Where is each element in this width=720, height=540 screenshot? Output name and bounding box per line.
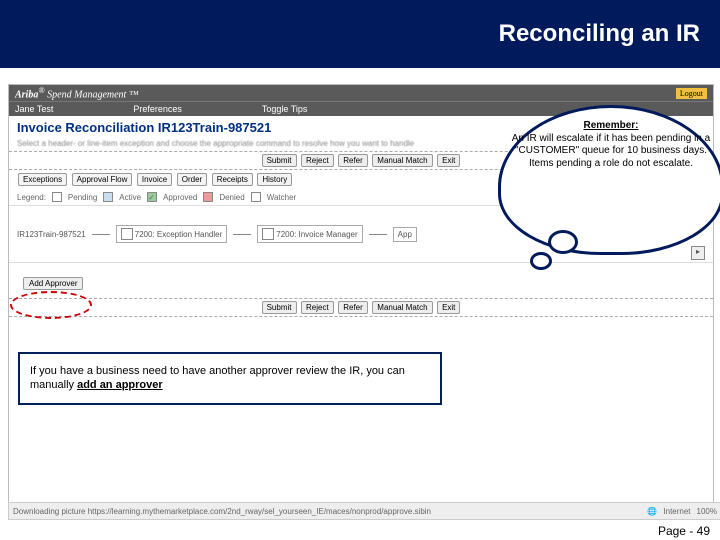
- slide-title: Reconciling an IR: [499, 20, 700, 48]
- refer-button-2[interactable]: Refer: [338, 301, 368, 314]
- user-name: Jane Test: [15, 104, 53, 114]
- manual-match-button-2[interactable]: Manual Match: [372, 301, 432, 314]
- globe-icon: 🌐: [647, 507, 657, 516]
- submit-button-2[interactable]: Submit: [262, 301, 297, 314]
- tab-history[interactable]: History: [257, 173, 292, 186]
- tab-order[interactable]: Order: [177, 173, 207, 186]
- flow-node-2: 7200: Invoice Manager: [257, 225, 362, 243]
- flow-node-1: 7200: Exception Handler: [116, 225, 228, 243]
- reject-button-2[interactable]: Reject: [301, 301, 334, 314]
- scroll-right-icon[interactable]: ▸: [691, 246, 705, 260]
- nav-preferences[interactable]: Preferences: [133, 104, 182, 114]
- tab-invoice[interactable]: Invoice: [137, 173, 172, 186]
- remember-cloud: Remember: An IR will escalate if it has …: [498, 105, 720, 255]
- status-url: Downloading picture https://learning.myt…: [13, 507, 431, 516]
- submit-button[interactable]: Submit: [262, 154, 297, 167]
- browser-status-bar: Downloading picture https://learning.myt…: [8, 502, 720, 520]
- cloud-bubble-2: [530, 252, 552, 270]
- flow-node-3: App: [393, 227, 417, 242]
- ariba-logo: Ariba: [15, 89, 38, 100]
- exit-button-2[interactable]: Exit: [437, 301, 460, 314]
- add-approver-button[interactable]: Add Approver: [23, 277, 83, 290]
- tab-receipts[interactable]: Receipts: [212, 173, 253, 186]
- reject-button[interactable]: Reject: [301, 154, 334, 167]
- manual-match-button[interactable]: Manual Match: [372, 154, 432, 167]
- callout-box: If you have a business need to have anot…: [18, 352, 442, 405]
- refer-button[interactable]: Refer: [338, 154, 368, 167]
- logout-button[interactable]: Logout: [676, 88, 707, 99]
- tab-exceptions[interactable]: Exceptions: [18, 173, 67, 186]
- exit-button[interactable]: Exit: [437, 154, 460, 167]
- action-row-bottom: Submit Reject Refer Manual Match Exit: [9, 299, 713, 317]
- page-number: Page - 49: [658, 524, 710, 538]
- cloud-bubble-1: [548, 230, 578, 254]
- nav-toggle-tips[interactable]: Toggle Tips: [262, 104, 308, 114]
- tab-approval-flow[interactable]: Approval Flow: [72, 173, 133, 186]
